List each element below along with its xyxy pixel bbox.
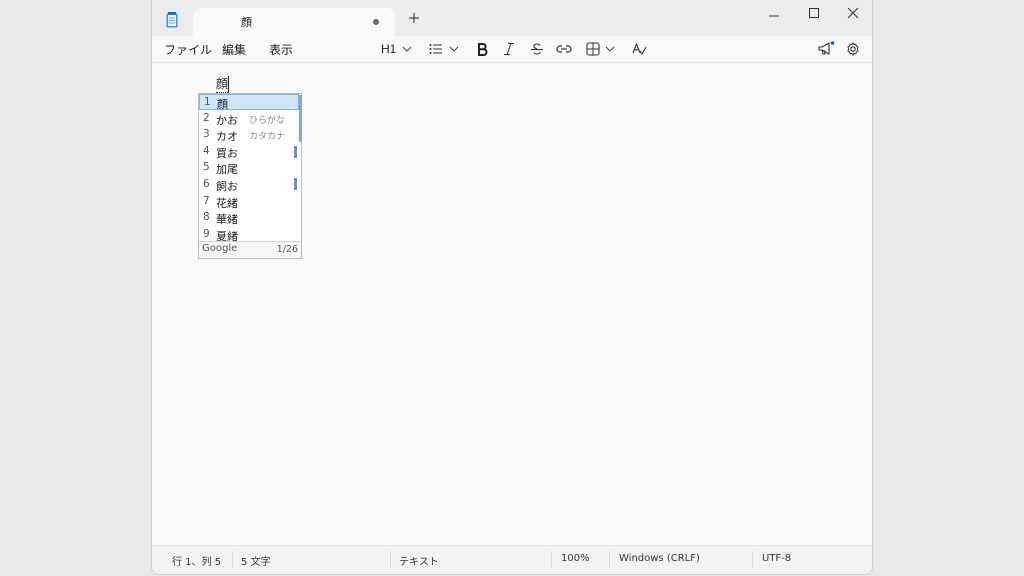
candidate-number: 5 bbox=[203, 161, 210, 174]
status-bar: 行 1、列 5 5 文字 テキスト 100% Windows (CRLF) UT… bbox=[152, 545, 872, 574]
menu-bar: ファイル 編集 表示 H1 bbox=[152, 36, 872, 63]
candidate-number: 7 bbox=[203, 194, 210, 207]
candidate-number: 3 bbox=[203, 128, 210, 141]
candidate-item[interactable]: 2 かお ひらがな bbox=[199, 111, 299, 127]
candidate-text: 華緒 bbox=[216, 213, 238, 227]
candidate-scroll-marker bbox=[294, 178, 297, 190]
composing-text: 顔 bbox=[216, 77, 229, 93]
candidate-item[interactable]: 7 花緒 bbox=[199, 194, 299, 210]
format-mode[interactable]: テキスト bbox=[399, 553, 439, 568]
candidate-text: かお bbox=[216, 113, 238, 127]
candidate-number: 8 bbox=[203, 211, 210, 224]
cursor-position: 行 1、列 5 bbox=[172, 557, 222, 568]
heading-label: H1 bbox=[381, 42, 397, 56]
tab-title: 顔 bbox=[241, 16, 252, 29]
candidate-item[interactable]: 3 カオ カタカナ bbox=[199, 127, 299, 143]
chevron-down-icon bbox=[402, 46, 412, 52]
italic-button[interactable] bbox=[503, 40, 515, 58]
spellcheck-button[interactable] bbox=[632, 40, 647, 58]
gear-icon bbox=[847, 42, 859, 56]
candidate-text: 買お bbox=[216, 146, 238, 160]
candidate-scroll-marker bbox=[294, 146, 297, 158]
candidate-text: 加尾 bbox=[216, 163, 238, 177]
menu-edit[interactable]: 編集 bbox=[222, 41, 246, 58]
strikethrough-icon bbox=[531, 43, 543, 55]
bold-button[interactable] bbox=[476, 40, 488, 58]
status-divider bbox=[232, 551, 233, 569]
notepad-app-icon bbox=[166, 12, 178, 28]
ime-source-label: Google bbox=[202, 243, 238, 254]
tab-document[interactable]: 顔 bbox=[193, 8, 395, 36]
candidate-item[interactable]: 5 加尾 bbox=[199, 160, 299, 176]
list-dropdown[interactable] bbox=[429, 40, 460, 58]
maximize-icon[interactable] bbox=[800, 4, 828, 22]
candidate-number: 1 bbox=[204, 96, 211, 108]
candidate-number: 4 bbox=[203, 144, 210, 157]
whats-new-button[interactable] bbox=[817, 40, 835, 58]
status-divider bbox=[551, 551, 552, 569]
status-divider bbox=[390, 551, 391, 569]
candidate-hint: ひらがな bbox=[249, 115, 286, 126]
candidate-text: 飼お bbox=[216, 180, 238, 193]
italic-icon bbox=[504, 43, 514, 55]
candidate-item[interactable]: 8 華緒 bbox=[199, 210, 299, 226]
bold-icon bbox=[478, 43, 488, 56]
settings-button[interactable] bbox=[846, 40, 860, 58]
status-divider bbox=[752, 551, 753, 569]
new-tab-plus-icon[interactable] bbox=[407, 11, 421, 25]
zoom-level[interactable]: 100% bbox=[561, 553, 590, 564]
notepad-window: 顔 ファイル 編集 表示 H1 顔 1 顔 2 かお ひらがな 3 カオ カタカ… bbox=[151, 0, 873, 575]
menu-file[interactable]: ファイル bbox=[164, 41, 212, 58]
bulleted-list-icon bbox=[429, 44, 442, 54]
candidate-footer: Google 1/26 bbox=[199, 241, 301, 258]
heading-dropdown[interactable]: H1 bbox=[381, 40, 413, 58]
candidate-text: 顔 bbox=[217, 98, 228, 111]
close-icon[interactable] bbox=[839, 4, 867, 22]
minimize-icon[interactable] bbox=[760, 4, 788, 22]
editor-area[interactable]: 顔 1 顔 2 かお ひらがな 3 カオ カタカナ 4 買お 5 加尾 6 飼お 7 花緒 8 華緒 9 夏緒 Goo… bbox=[152, 63, 872, 547]
menu-view[interactable]: 表示 bbox=[269, 41, 293, 58]
candidate-item[interactable]: 6 飼お bbox=[199, 177, 299, 193]
unsaved-indicator-icon[interactable] bbox=[373, 19, 379, 25]
spellcheck-icon bbox=[632, 42, 647, 56]
table-icon bbox=[586, 42, 600, 56]
candidate-number: 6 bbox=[203, 178, 210, 190]
text-caret bbox=[228, 76, 229, 93]
candidate-text: 花緒 bbox=[216, 196, 238, 210]
chevron-down-icon bbox=[449, 46, 459, 52]
chevron-down-icon bbox=[605, 46, 615, 52]
megaphone-icon bbox=[818, 41, 835, 55]
candidate-number: 2 bbox=[203, 111, 210, 124]
link-button[interactable] bbox=[556, 40, 572, 58]
character-count: 5 文字 bbox=[241, 557, 271, 568]
candidate-scrollbar[interactable] bbox=[299, 95, 302, 142]
line-ending[interactable]: Windows (CRLF) bbox=[619, 553, 700, 564]
strikethrough-button[interactable] bbox=[530, 40, 544, 58]
status-divider bbox=[609, 551, 610, 569]
candidate-page-count: 1/26 bbox=[276, 244, 298, 255]
candidate-text: カオ bbox=[216, 130, 238, 144]
candidate-number: 9 bbox=[203, 227, 210, 240]
candidate-item[interactable]: 4 買お bbox=[199, 144, 299, 160]
table-dropdown[interactable] bbox=[586, 40, 616, 58]
candidate-item[interactable]: 1顔 bbox=[199, 94, 299, 111]
candidate-hint: カタカナ bbox=[249, 132, 286, 143]
notification-dot-icon bbox=[830, 41, 835, 45]
link-icon bbox=[556, 45, 572, 53]
encoding[interactable]: UTF-8 bbox=[762, 553, 791, 564]
ime-candidate-window: 1 顔 2 かお ひらがな 3 カオ カタカナ 4 買お 5 加尾 6 飼お 7 花緒 8 華緒 9 夏緒 Googl… bbox=[198, 93, 302, 259]
title-bar: 顔 bbox=[152, 0, 872, 36]
